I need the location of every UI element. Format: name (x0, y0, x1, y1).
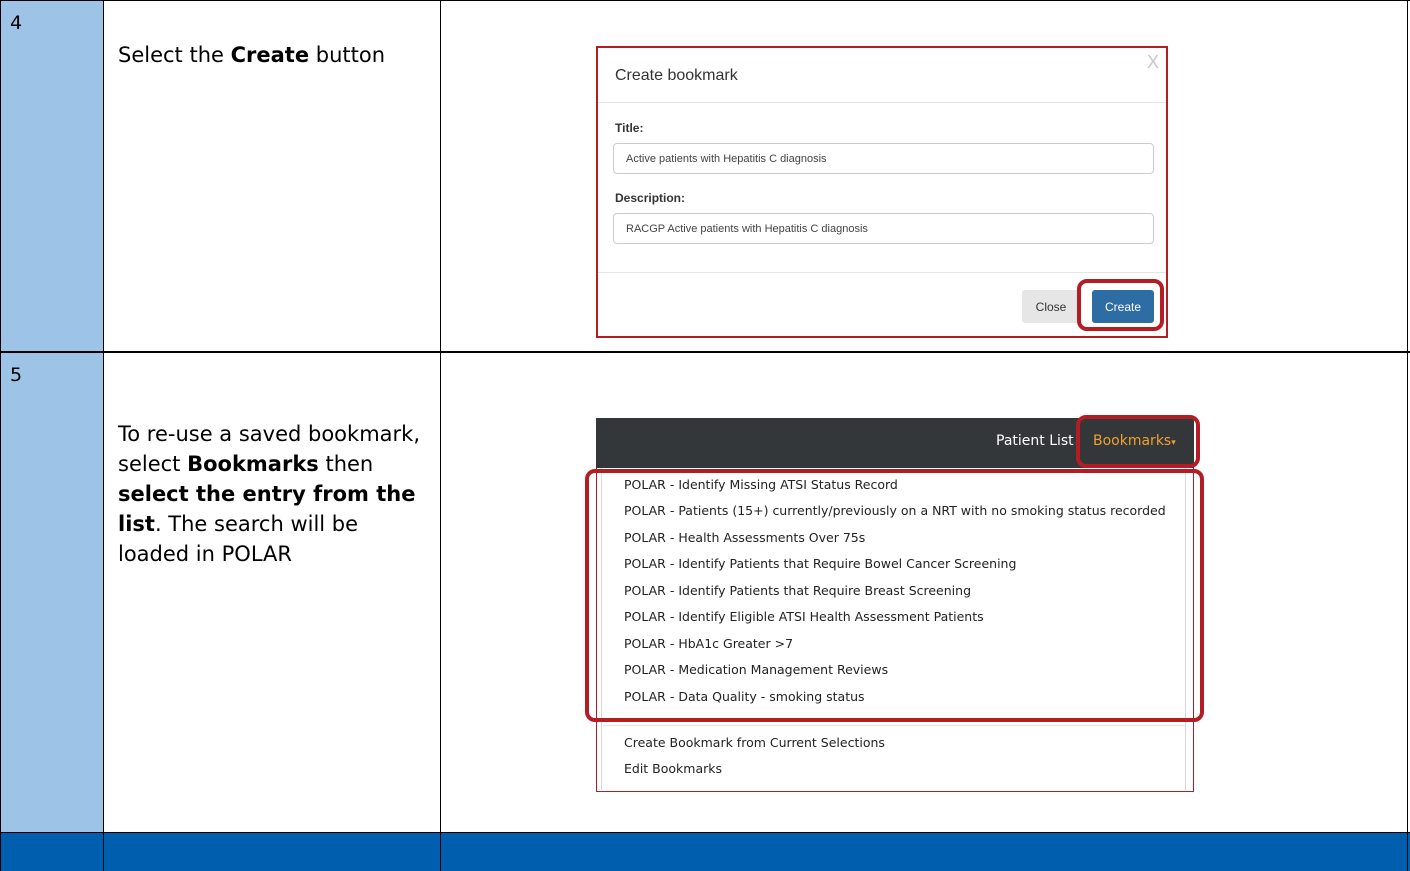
table-col-divider-2 (440, 0, 441, 871)
instruction-emphasis: Create (230, 43, 310, 67)
step-column-row-5 (0, 352, 103, 832)
bookmark-list-highlight (585, 469, 1204, 722)
table-border-left (0, 0, 1, 871)
instruction-text: then (318, 452, 374, 476)
description-input[interactable]: RACGP Active patients with Hepatitis C d… (613, 213, 1154, 244)
instruction-text: Select the (118, 43, 231, 67)
step-instruction: Select the Create button (118, 40, 428, 70)
step-number: 4 (10, 12, 23, 34)
modal-title: Create bookmark (615, 67, 738, 84)
step-number: 5 (10, 364, 23, 386)
close-icon[interactable]: X (1147, 52, 1159, 73)
instruction-emphasis: Bookmarks (187, 452, 319, 476)
description-label: Description: (615, 191, 686, 205)
close-button[interactable]: Close (1022, 290, 1080, 323)
instruction-text: . The search will be loaded in POLAR (118, 512, 359, 566)
table-row-divider (0, 351, 1410, 353)
edit-bookmarks[interactable]: Edit Bookmarks (624, 761, 722, 776)
table-border-top (0, 0, 1410, 1)
modal-header-divider (598, 102, 1166, 103)
modal-footer-divider (598, 272, 1166, 273)
dropdown-divider (603, 725, 1185, 726)
bookmarks-highlight (1076, 415, 1200, 468)
table-col-divider-1 (103, 0, 104, 871)
step-instruction: To re-use a saved bookmark, select Bookm… (118, 419, 428, 569)
footer-band (0, 833, 1410, 871)
nav-patient-list[interactable]: Patient List (996, 433, 1074, 449)
create-button-highlight (1077, 279, 1164, 331)
table-row-divider-bottom (0, 832, 1410, 833)
title-input[interactable]: Active patients with Hepatitis C diagnos… (613, 143, 1154, 174)
title-label: Title: (615, 121, 644, 135)
table-border-right (1407, 0, 1408, 871)
instruction-text: button (309, 43, 386, 67)
step-column-row-4 (0, 0, 103, 352)
create-bookmark-from-selections[interactable]: Create Bookmark from Current Selections (624, 735, 885, 750)
